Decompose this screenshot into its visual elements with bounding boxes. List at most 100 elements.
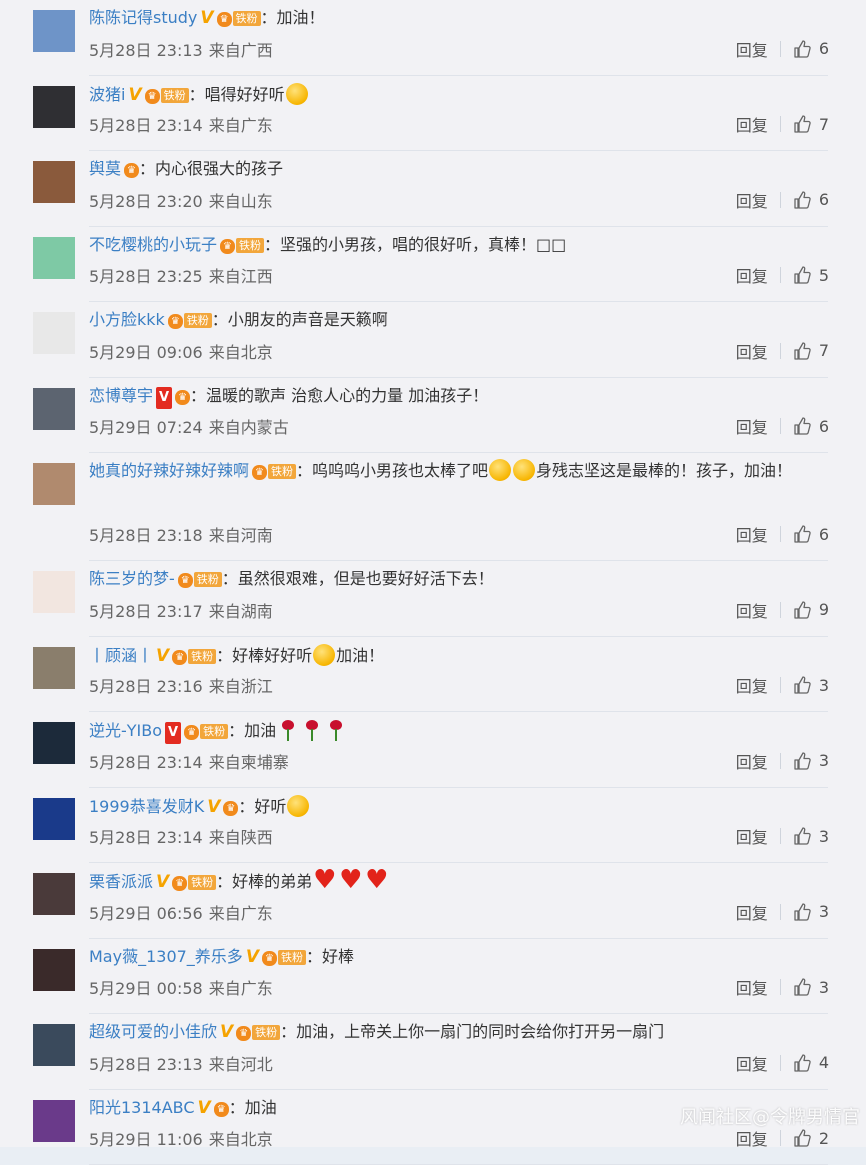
comment-text-line: 陈陈记得studyV♛铁粉：加油！	[89, 7, 826, 29]
reply-button[interactable]: 回复	[736, 975, 768, 999]
fan-level-icon: ♛	[172, 876, 187, 891]
avatar[interactable]	[33, 647, 75, 689]
username-link[interactable]: 舆莫	[89, 159, 121, 178]
avatar[interactable]	[33, 1100, 75, 1142]
comment-time: 5月29日 11:06	[89, 1130, 203, 1149]
heart-emoji-icon	[313, 870, 337, 892]
like-count: 3	[819, 676, 829, 695]
username-link[interactable]: May薇_1307_养乐多	[89, 947, 243, 966]
avatar[interactable]	[33, 798, 75, 840]
like-button[interactable]: 3	[793, 902, 829, 921]
reply-button[interactable]: 回复	[736, 112, 768, 136]
like-button[interactable]: 2	[793, 1129, 829, 1148]
heart-emoji-icon	[339, 870, 363, 892]
username-link[interactable]: 小方脸kkk	[89, 310, 165, 329]
reply-button[interactable]: 回复	[736, 824, 768, 848]
comment-actions: 回复 4	[736, 1051, 829, 1075]
username-link[interactable]: 逆光-YIBo	[89, 721, 162, 740]
like-button[interactable]: 6	[793, 417, 829, 436]
avatar[interactable]	[33, 237, 75, 279]
comment-meta: 5月29日 11:06来自北京	[89, 1126, 273, 1150]
reply-button[interactable]: 回复	[736, 414, 768, 438]
like-button[interactable]: 9	[793, 600, 829, 619]
comment-list: 陈陈记得studyV♛铁粉：加油！5月28日 23:13来自广西回复6波猪iV♛…	[0, 0, 866, 1165]
username-link[interactable]: 丨顾涵丨	[89, 646, 153, 665]
like-button[interactable]: 3	[793, 827, 829, 846]
comment-time: 5月28日 23:14	[89, 828, 203, 847]
avatar[interactable]	[33, 571, 75, 613]
avatar[interactable]	[33, 722, 75, 764]
username-link[interactable]: 她真的好辣好辣好辣啊	[89, 461, 249, 480]
username-link[interactable]: 陈三岁的梦-	[89, 569, 175, 588]
fan-badge: 铁粉	[252, 1025, 280, 1040]
like-count: 7	[819, 115, 829, 134]
verified-v-icon: V	[156, 645, 169, 667]
like-button[interactable]: 6	[793, 190, 829, 209]
comment-text: ：温暖的歌声 治愈人心的力量 加油孩子！	[190, 386, 488, 405]
username-link[interactable]: 阳光1314ABC	[89, 1098, 195, 1117]
comment-text-line: 超级可爱的小佳欣V♛铁粉：加油，上帝关上你一扇门的同时会给你打开另一扇门	[89, 1021, 826, 1043]
avatar[interactable]	[33, 86, 75, 128]
reply-button[interactable]: 回复	[736, 1051, 768, 1075]
comment-item: 舆莫♛：内心很强大的孩子5月28日 23:20来自山东回复6	[0, 151, 866, 227]
comment-time: 5月29日 06:56	[89, 904, 203, 923]
crying-emoji-icon	[489, 459, 511, 481]
like-button[interactable]: 5	[793, 266, 829, 285]
username-link[interactable]: 栗香派派	[89, 872, 153, 891]
username-link[interactable]: 陈陈记得study	[89, 8, 197, 27]
reply-button[interactable]: 回复	[736, 522, 768, 546]
fan-level-icon: ♛	[184, 725, 199, 740]
thumbs-up-icon	[793, 676, 811, 694]
face-emoji-icon	[286, 83, 308, 105]
comment-text-line: 逆光-YIBoV♛铁粉：加油	[89, 719, 826, 744]
reply-button[interactable]: 回复	[736, 598, 768, 622]
verified-v-icon: V	[165, 722, 181, 744]
verified-v-icon: V	[207, 796, 220, 818]
reply-button[interactable]: 回复	[736, 37, 768, 61]
like-button[interactable]: 3	[793, 676, 829, 695]
action-divider	[780, 418, 781, 434]
like-button[interactable]: 7	[793, 115, 829, 134]
reply-button[interactable]: 回复	[736, 673, 768, 697]
like-button[interactable]: 3	[793, 751, 829, 770]
action-divider	[780, 828, 781, 844]
comment-text-line: 1999恭喜发财KV♛：好听	[89, 795, 826, 818]
reply-button[interactable]: 回复	[736, 263, 768, 287]
comment-location: 来自广东	[209, 904, 273, 923]
reply-button[interactable]: 回复	[736, 749, 768, 773]
comment-time: 5月29日 07:24	[89, 418, 203, 437]
comment-text-line: May薇_1307_养乐多V♛铁粉：好棒	[89, 946, 826, 968]
comment-location: 来自陕西	[209, 828, 273, 847]
verified-v-icon: V	[156, 871, 169, 893]
avatar[interactable]	[33, 312, 75, 354]
avatar[interactable]	[33, 949, 75, 991]
thumbs-up-icon	[793, 342, 811, 360]
avatar[interactable]	[33, 463, 75, 505]
comment-text-line: 丨顾涵丨V♛铁粉：好棒好好听加油！	[89, 644, 826, 667]
like-button[interactable]: 4	[793, 1053, 829, 1072]
comment-time: 5月28日 23:14	[89, 753, 203, 772]
avatar[interactable]	[33, 388, 75, 430]
action-divider	[780, 1055, 781, 1071]
reply-button[interactable]: 回复	[736, 339, 768, 363]
avatar[interactable]	[33, 10, 75, 52]
comment-item: 她真的好辣好辣好辣啊♛铁粉：呜呜呜小男孩也太棒了吧身残志坚这是最棒的！孩子，加油…	[0, 453, 866, 561]
username-link[interactable]: 波猪i	[89, 85, 125, 104]
reply-button[interactable]: 回复	[736, 188, 768, 212]
verified-v-icon: V	[200, 7, 213, 29]
like-button[interactable]: 6	[793, 525, 829, 544]
reply-button[interactable]: 回复	[736, 1126, 768, 1150]
thumbs-up-icon	[793, 525, 811, 543]
avatar[interactable]	[33, 1024, 75, 1066]
username-link[interactable]: 超级可爱的小佳欣	[89, 1022, 217, 1041]
like-button[interactable]: 7	[793, 341, 829, 360]
username-link[interactable]: 恋博尊宇	[89, 386, 153, 405]
like-button[interactable]: 3	[793, 978, 829, 997]
avatar[interactable]	[33, 873, 75, 915]
username-link[interactable]: 不吃樱桃的小玩子	[89, 235, 217, 254]
username-link[interactable]: 1999恭喜发财K	[89, 797, 204, 816]
like-button[interactable]: 6	[793, 39, 829, 58]
avatar[interactable]	[33, 161, 75, 203]
reply-button[interactable]: 回复	[736, 900, 768, 924]
fan-badge: 铁粉	[268, 464, 296, 479]
